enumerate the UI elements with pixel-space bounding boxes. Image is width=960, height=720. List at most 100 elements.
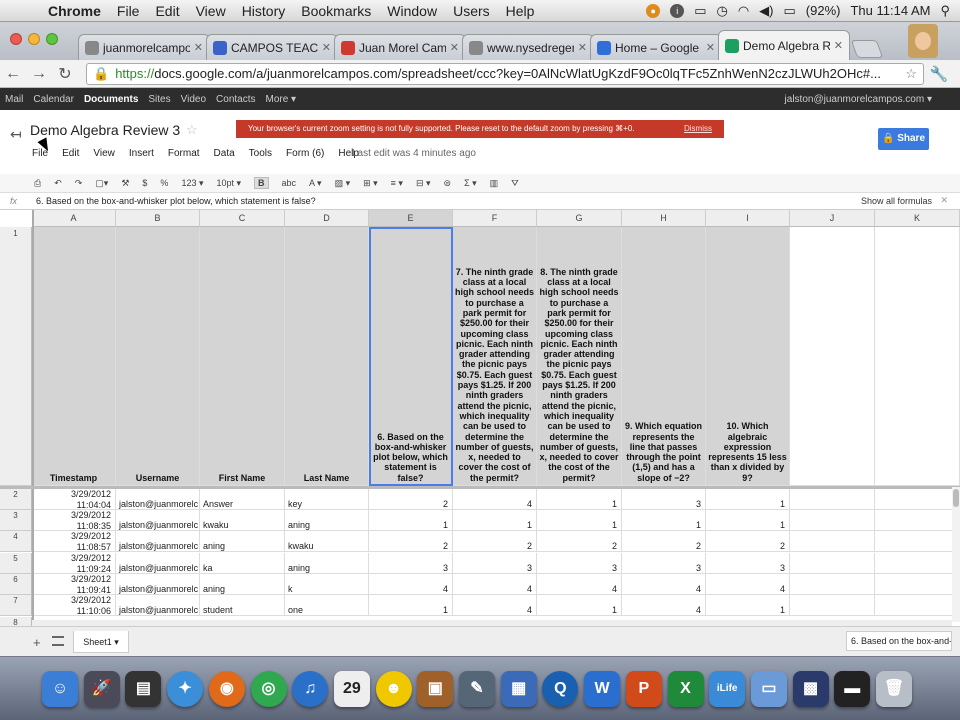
- doc-menu-insert[interactable]: Insert: [129, 148, 154, 159]
- wrench-icon[interactable]: 🔧: [924, 65, 954, 83]
- sheet-tool-button[interactable]: ⊞ ▾: [363, 178, 378, 189]
- text-cell[interactable]: Answer: [200, 489, 285, 510]
- frozen-row-divider[interactable]: [0, 486, 960, 489]
- timestamp-cell[interactable]: 3/29/2012 11:08:35: [32, 510, 116, 531]
- sheet-tool-button[interactable]: 10pt ▾: [216, 178, 241, 189]
- clock[interactable]: Thu 11:14 AM: [850, 3, 930, 18]
- doc-menu-tools[interactable]: Tools: [249, 148, 272, 159]
- empty-cell[interactable]: [790, 510, 875, 531]
- gbar-sites[interactable]: Sites: [143, 94, 175, 105]
- column-header-j[interactable]: J: [790, 210, 875, 227]
- grapher-icon[interactable]: ▦: [500, 671, 537, 707]
- answer-cell[interactable]: 3: [622, 553, 706, 574]
- spotlight-icon[interactable]: ⚲: [940, 3, 950, 19]
- column-header-k[interactable]: K: [875, 210, 960, 227]
- header-cell[interactable]: Username: [116, 227, 200, 486]
- safari-icon[interactable]: ✦: [167, 671, 204, 707]
- answer-cell[interactable]: 4: [537, 574, 622, 595]
- column-header-i[interactable]: I: [706, 210, 790, 227]
- info-icon[interactable]: i: [670, 3, 685, 18]
- browser-tab[interactable]: Demo Algebra Re ✕: [718, 30, 850, 60]
- trash-icon[interactable]: 🗑: [876, 671, 912, 707]
- row-header[interactable]: 7: [0, 595, 32, 616]
- text-cell[interactable]: aning: [285, 553, 369, 574]
- quicktime-icon[interactable]: Q: [542, 671, 579, 707]
- header-cell[interactable]: 8. The ninth grade class at a local high…: [537, 227, 622, 486]
- text-cell[interactable]: kwaku: [285, 531, 369, 552]
- close-icon[interactable]: ✕: [940, 195, 948, 206]
- gbar-mail[interactable]: Mail: [0, 94, 28, 105]
- close-tab-icon[interactable]: ✕: [194, 41, 203, 54]
- firefox-icon[interactable]: ◉: [208, 671, 245, 707]
- minimize-window-button[interactable]: [28, 33, 40, 45]
- text-cell[interactable]: aning: [200, 574, 285, 595]
- menu-window[interactable]: Window: [379, 3, 445, 19]
- menu-users[interactable]: Users: [445, 3, 498, 19]
- browser-tab[interactable]: Home – Google D ✕: [590, 34, 722, 60]
- sheet-tool-button[interactable]: ⊟ ▾: [416, 178, 431, 189]
- answer-cell[interactable]: 4: [453, 574, 537, 595]
- user-avatar[interactable]: [908, 24, 938, 58]
- chrome-icon[interactable]: ◎: [250, 671, 287, 707]
- empty-cell[interactable]: [790, 227, 875, 486]
- close-tab-icon[interactable]: ✕: [322, 41, 331, 54]
- empty-cell[interactable]: [875, 510, 960, 531]
- menu-bookmarks[interactable]: Bookmarks: [293, 3, 379, 19]
- timestamp-cell[interactable]: 3/29/2012 11:09:24: [32, 553, 116, 574]
- vertical-scrollbar[interactable]: [952, 487, 960, 622]
- back-icon[interactable]: ←: [0, 65, 26, 83]
- empty-cell[interactable]: [790, 553, 875, 574]
- answer-cell[interactable]: 4: [369, 574, 453, 595]
- browser-tab[interactable]: juanmorelcampos ✕: [78, 34, 210, 60]
- text-cell[interactable]: kwaku: [200, 510, 285, 531]
- header-cell[interactable]: Last Name: [285, 227, 369, 486]
- back-to-docs-icon[interactable]: ↤: [10, 126, 22, 143]
- doc-menu-edit[interactable]: Edit: [62, 148, 79, 159]
- answer-cell[interactable]: 2: [369, 531, 453, 552]
- ilife-icon[interactable]: iLife: [709, 671, 746, 707]
- sheet-list-icon[interactable]: [52, 636, 64, 646]
- gbar-contacts[interactable]: Contacts: [211, 94, 260, 105]
- row-header[interactable]: 3: [0, 510, 32, 531]
- text-cell[interactable]: jalston@juanmorelc: [116, 510, 200, 531]
- menu-help[interactable]: Help: [498, 3, 543, 19]
- empty-cell[interactable]: [875, 553, 960, 574]
- answer-cell[interactable]: 2: [706, 531, 790, 552]
- calendar-icon[interactable]: 29: [333, 671, 370, 707]
- answer-cell[interactable]: 3: [537, 553, 622, 574]
- empty-cell[interactable]: [790, 574, 875, 595]
- header-cell[interactable]: 6. Based on the box-and-whisker plot bel…: [369, 227, 453, 486]
- answer-cell[interactable]: 1: [537, 489, 622, 510]
- empty-cell[interactable]: [875, 489, 960, 510]
- answer-cell[interactable]: 2: [453, 531, 537, 552]
- answer-cell[interactable]: 2: [369, 489, 453, 510]
- text-cell[interactable]: jalston@juanmorelc: [116, 553, 200, 574]
- header-cell[interactable]: 7. The ninth grade class at a local high…: [453, 227, 537, 486]
- header-cell[interactable]: Timestamp: [32, 227, 116, 486]
- empty-cell[interactable]: [790, 489, 875, 510]
- text-cell[interactable]: aning: [285, 510, 369, 531]
- row-header[interactable]: 8: [0, 617, 32, 626]
- browser-tab[interactable]: Juan Morel Camp ✕: [334, 34, 466, 60]
- sheet-tool-button[interactable]: ⚒: [121, 178, 129, 189]
- answer-cell[interactable]: 1: [622, 510, 706, 531]
- sheet-tool-button[interactable]: %: [160, 178, 168, 188]
- answer-cell[interactable]: 3: [622, 489, 706, 510]
- show-all-formulas-button[interactable]: Show all formulas: [861, 196, 932, 206]
- itunes-icon[interactable]: ♫: [292, 671, 329, 707]
- script-editor-icon[interactable]: ✎: [459, 671, 495, 707]
- sheet-tool-button[interactable]: ↷: [75, 178, 83, 189]
- gbar-documents[interactable]: Documents: [79, 94, 143, 105]
- answer-cell[interactable]: 4: [453, 489, 537, 510]
- doc-title[interactable]: Demo Algebra Review 3: [30, 122, 180, 138]
- sheet-tool-button[interactable]: $: [142, 178, 147, 188]
- row-header[interactable]: 5: [0, 553, 32, 574]
- sheet-tool-button[interactable]: ▢▾: [95, 178, 108, 189]
- gbar-calendar[interactable]: Calendar: [28, 94, 79, 105]
- answer-cell[interactable]: 1: [706, 510, 790, 531]
- text-cell[interactable]: one: [285, 595, 369, 616]
- sheet-tool-button[interactable]: abc: [282, 178, 297, 188]
- account-menu[interactable]: jalston@juanmorelcampos.com ▾: [785, 94, 960, 105]
- sheet-tool-button[interactable]: ▨ ▾: [335, 178, 351, 189]
- sheet-tool-button[interactable]: ↶: [54, 178, 62, 189]
